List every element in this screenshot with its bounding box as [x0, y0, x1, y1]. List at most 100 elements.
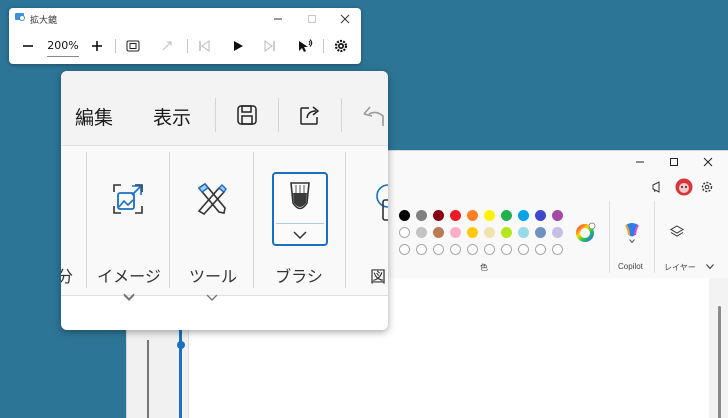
- color-swatch[interactable]: [433, 244, 444, 255]
- color-swatch[interactable]: [535, 210, 546, 221]
- color-swatch[interactable]: [484, 244, 495, 255]
- maximize-icon: [308, 15, 316, 23]
- color-swatch[interactable]: [416, 227, 427, 238]
- zoom-out-button[interactable]: [19, 35, 37, 57]
- magnifier-close-button[interactable]: [330, 10, 360, 28]
- menu-edit[interactable]: 編集: [75, 103, 113, 130]
- ribbon-separator: [345, 152, 346, 288]
- color-swatch[interactable]: [552, 244, 563, 255]
- plus-icon: [92, 41, 102, 51]
- read-from-here-button[interactable]: [295, 35, 315, 57]
- color-swatch[interactable]: [399, 227, 410, 238]
- color-wheel-icon[interactable]: [576, 222, 596, 242]
- vertical-scrollbar[interactable]: [709, 278, 728, 418]
- share-icon[interactable]: [299, 104, 321, 126]
- copilot-icon[interactable]: [623, 221, 641, 239]
- zoom-in-button[interactable]: [88, 35, 106, 57]
- color-swatch[interactable]: [467, 244, 478, 255]
- menu-separator: [341, 98, 342, 132]
- close-icon: [340, 14, 350, 24]
- paint-close-button[interactable]: [691, 151, 725, 173]
- image-select-icon[interactable]: [111, 182, 145, 216]
- chevron-down-icon[interactable]: [706, 264, 714, 270]
- paint-maximize-button[interactable]: [657, 151, 691, 173]
- read-play-button[interactable]: [229, 35, 247, 57]
- chevron-down-icon[interactable]: [293, 231, 307, 240]
- gear-icon[interactable]: [700, 180, 714, 194]
- magnifier-window: 拡大鏡 200%: [9, 8, 361, 64]
- color-swatch[interactable]: [501, 210, 512, 221]
- color-swatch[interactable]: [467, 227, 478, 238]
- minimize-icon: [636, 161, 644, 163]
- color-swatch[interactable]: [450, 244, 461, 255]
- color-swatch[interactable]: [518, 210, 529, 221]
- color-swatch[interactable]: [433, 210, 444, 221]
- magnifier-title: 拡大鏡: [30, 16, 58, 26]
- undo-icon[interactable]: [361, 104, 387, 126]
- scrollbar-thumb[interactable]: [718, 306, 721, 418]
- avatar[interactable]: [675, 178, 693, 196]
- zoomed-ribbon: 分 イメージ ツール ブラシ 図: [61, 146, 388, 301]
- color-swatch[interactable]: [552, 227, 563, 238]
- fit-screen-icon: [126, 40, 140, 52]
- color-swatch[interactable]: [535, 227, 546, 238]
- pointer-speak-icon: [299, 39, 313, 52]
- group-label-partial: 分: [61, 267, 73, 286]
- color-swatch[interactable]: [501, 227, 512, 238]
- layers-label: レイヤー: [664, 263, 696, 272]
- maximize-icon: [670, 158, 678, 166]
- group-label-shapes-partial: 図: [369, 267, 386, 286]
- size-slider-thumb[interactable]: [177, 341, 185, 349]
- color-swatch[interactable]: [518, 244, 529, 255]
- color-swatch[interactable]: [433, 227, 444, 238]
- settings-button[interactable]: [331, 35, 351, 57]
- color-swatch[interactable]: [535, 244, 546, 255]
- menu-view[interactable]: 表示: [153, 103, 191, 130]
- layers-icon[interactable]: [669, 224, 685, 240]
- color-swatch[interactable]: [484, 227, 495, 238]
- fit-view-button[interactable]: [123, 35, 143, 57]
- zoomed-menu-bar: 編集 表示: [61, 71, 388, 146]
- menu-separator: [278, 98, 279, 132]
- toolbar-separator: [115, 39, 116, 53]
- save-icon[interactable]: [236, 104, 258, 126]
- size-slider-track[interactable]: [179, 320, 182, 418]
- expand-icon: [162, 41, 172, 51]
- color-swatch[interactable]: [450, 210, 461, 221]
- color-swatch[interactable]: [501, 244, 512, 255]
- panel-line: [147, 340, 149, 418]
- color-swatch[interactable]: [450, 227, 461, 238]
- brush-icon: [290, 182, 310, 210]
- group-label-tools: ツール: [188, 267, 237, 286]
- color-swatch[interactable]: [416, 210, 427, 221]
- magnifier-app-icon: [15, 13, 25, 21]
- chevron-down-icon[interactable]: [123, 293, 135, 301]
- paint-minimize-button[interactable]: [623, 151, 657, 173]
- colors-group-label: 色: [480, 263, 488, 272]
- color-swatch[interactable]: [399, 210, 410, 221]
- color-swatch[interactable]: [518, 227, 529, 238]
- menu-separator: [215, 98, 216, 132]
- previous-button: [195, 35, 213, 57]
- color-swatch[interactable]: [484, 210, 495, 221]
- brush-button[interactable]: [272, 172, 328, 246]
- close-icon: [703, 157, 713, 167]
- skip-back-icon: [199, 40, 210, 52]
- toolbar-separator: [323, 39, 324, 53]
- ribbon-divider: [609, 201, 610, 273]
- ribbon-divider: [654, 201, 655, 273]
- megaphone-icon[interactable]: [651, 180, 665, 194]
- chevron-down-icon[interactable]: [206, 294, 218, 302]
- ribbon-separator: [169, 152, 170, 288]
- magnifier-minimize-button[interactable]: [263, 10, 293, 28]
- pencil-eraser-icon[interactable]: [195, 182, 229, 216]
- chevron-down-icon[interactable]: [629, 239, 635, 244]
- color-swatch[interactable]: [416, 244, 427, 255]
- group-label-image: イメージ: [97, 267, 161, 286]
- color-swatch[interactable]: [552, 210, 563, 221]
- magnifier-maximize-button: [297, 10, 327, 28]
- color-swatch[interactable]: [399, 244, 410, 255]
- shapes-icon[interactable]: [368, 182, 388, 242]
- color-swatch[interactable]: [467, 210, 478, 221]
- minus-icon: [23, 45, 33, 47]
